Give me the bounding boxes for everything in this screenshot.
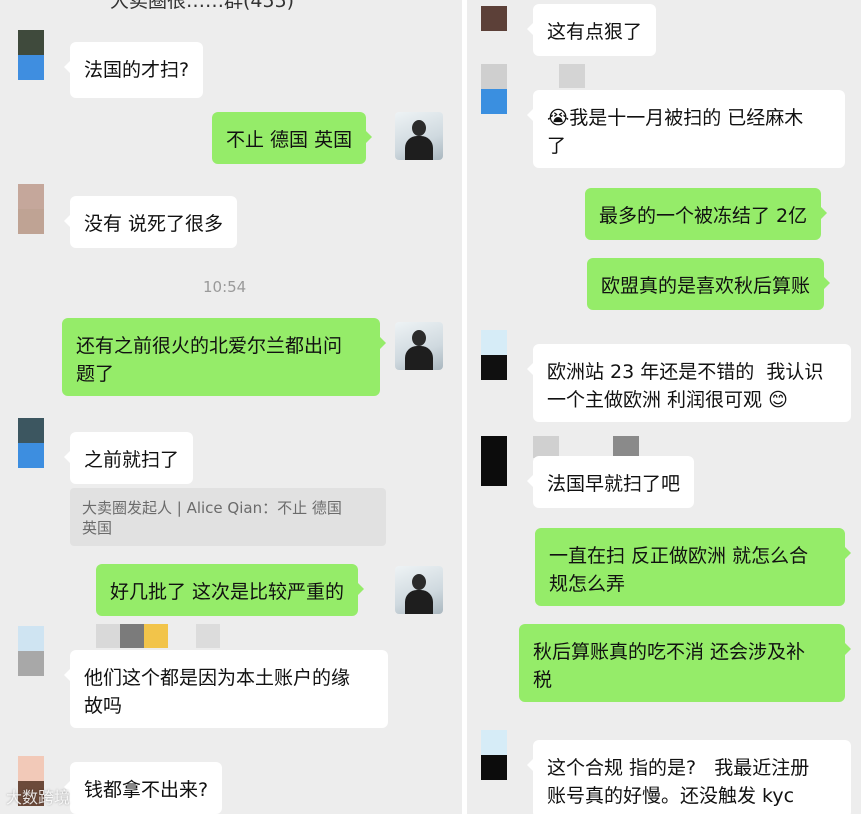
avatar[interactable] — [18, 30, 44, 80]
avatar[interactable] — [481, 730, 507, 780]
self-avatar[interactable] — [395, 566, 443, 614]
avatar[interactable] — [18, 184, 44, 234]
left-chat-screenshot: 大卖圈很……群(455) 法国的才扫? 不止 德国 英国 没有 说死了很多 10… — [0, 0, 462, 814]
self-avatar[interactable] — [395, 112, 443, 160]
message-bubble-incoming[interactable]: 法国早就扫了吧 — [526, 456, 695, 508]
avatar[interactable] — [18, 418, 44, 468]
redacted-sender-name — [559, 64, 585, 88]
avatar[interactable] — [481, 436, 507, 486]
avatar[interactable] — [481, 6, 507, 56]
message-bubble-incoming[interactable]: 钱都拿不出来? — [63, 762, 223, 814]
redacted-sender-name — [533, 436, 663, 458]
message-bubble-incoming[interactable]: 没有 说死了很多 — [63, 196, 238, 248]
redacted-sender-name — [96, 624, 220, 648]
right-chat-screenshot: 这有点狠了 😭我是十一月被扫的 已经麻木 了 最多的一个被冻结了 2亿 欧盟真的… — [467, 0, 861, 814]
timestamp: 10:54 — [203, 278, 247, 296]
message-bubble-incoming[interactable]: 之前就扫了 — [63, 432, 194, 484]
message-bubble-incoming[interactable]: 欧洲站 23 年还是不错的 我认识 一个主做欧洲 利润很可观 😊 — [527, 344, 851, 422]
chat-title: 大卖圈很……群(455) — [110, 0, 295, 12]
self-avatar[interactable] — [395, 322, 443, 370]
message-bubble-outgoing[interactable]: 欧盟真的是喜欢秋后算账 — [587, 258, 831, 310]
message-bubble-incoming[interactable]: 这个合规 指的是? 我最近注册 账号真的好慢。还没触发 kyc — [527, 740, 851, 814]
message-bubble-outgoing[interactable]: 一直在扫 反正做欧洲 就怎么合 规怎么弄 — [535, 528, 851, 606]
message-bubble-outgoing[interactable]: 好几批了 这次是比较严重的 — [96, 564, 365, 616]
quoted-reply[interactable]: 大卖圈发起人 | Alice Qian：不止 德国 英国 — [70, 488, 386, 546]
message-bubble-outgoing[interactable]: 秋后算账真的吃不消 还会涉及补 税 — [519, 624, 851, 702]
message-bubble-incoming[interactable]: 他们这个都是因为本土账户的缘 故吗 — [64, 650, 388, 728]
message-bubble-outgoing[interactable]: 还有之前很火的北爱尔兰都出问 题了 — [62, 318, 386, 396]
avatar[interactable] — [18, 626, 44, 676]
message-bubble-incoming[interactable]: 😭我是十一月被扫的 已经麻木 了 — [527, 90, 845, 168]
message-bubble-incoming[interactable]: 法国的才扫? — [63, 42, 204, 98]
avatar[interactable] — [481, 330, 507, 380]
avatar[interactable] — [481, 64, 507, 114]
watermark-logo: 大数跨境 — [6, 788, 71, 807]
message-bubble-incoming[interactable]: 这有点狠了 — [526, 4, 657, 56]
message-bubble-outgoing[interactable]: 最多的一个被冻结了 2亿 — [585, 188, 828, 240]
message-bubble-outgoing[interactable]: 不止 德国 英国 — [212, 112, 373, 164]
